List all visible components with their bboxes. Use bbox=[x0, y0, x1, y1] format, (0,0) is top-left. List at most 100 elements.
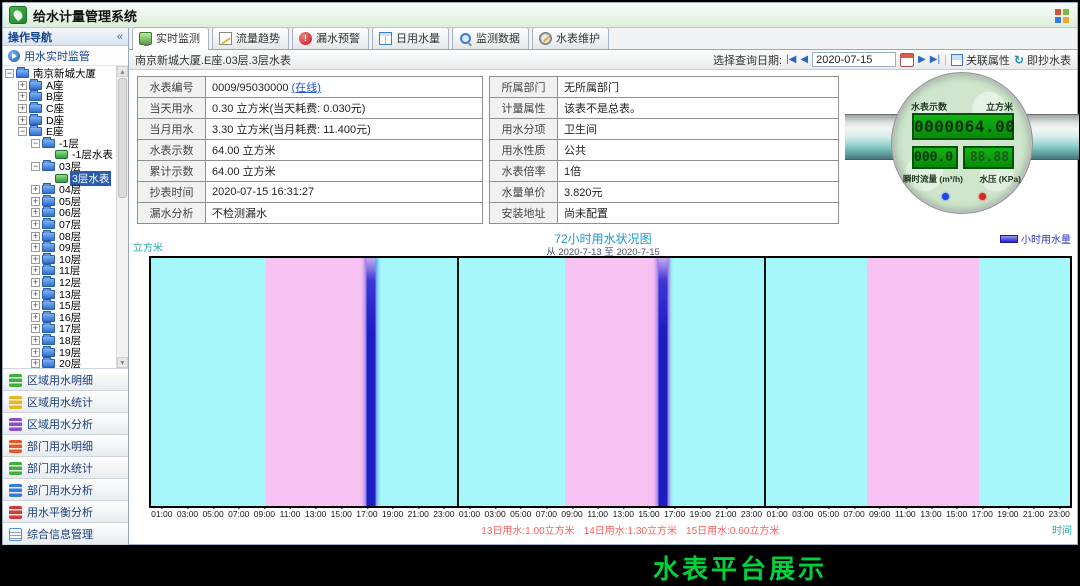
meter-info-table-left: 水表编号0009/95030000 (在线)当天用水0.30 立方米(当天耗费:… bbox=[137, 76, 483, 224]
sidebar-item-region-detail[interactable]: 区域用水明细 bbox=[3, 369, 128, 391]
expand-expander-icon[interactable]: + bbox=[31, 197, 40, 206]
footer-title: 水表平台展示 bbox=[653, 549, 827, 586]
collapse-expander-icon[interactable]: − bbox=[18, 127, 27, 136]
scroll-down-icon[interactable]: ▼ bbox=[117, 357, 128, 368]
sidebar-item-region-stats[interactable]: 区域用水统计 bbox=[3, 391, 128, 413]
first-date-icon[interactable]: |◀ bbox=[786, 54, 796, 65]
read-meter-now-button[interactable]: ↻ 即抄水表 bbox=[1014, 52, 1071, 68]
expand-expander-icon[interactable]: + bbox=[31, 185, 40, 194]
sidebar-item-region-analysis[interactable]: 区域用水分析 bbox=[3, 413, 128, 435]
tab-flow-trend[interactable]: 流量趋势 bbox=[212, 27, 289, 49]
instant-flow-label: 瞬时流量 (m³/h) bbox=[903, 173, 963, 185]
meter-attr-row-label: 水量单价 bbox=[490, 182, 558, 203]
chart-title: 72小时用水状况图 bbox=[133, 230, 1073, 244]
expand-expander-icon[interactable]: + bbox=[31, 301, 40, 310]
tab-meter-maintain[interactable]: 水表维护 bbox=[532, 27, 609, 49]
meter-dial: 水表示数 立方米 0000064.00 000.0 88.88 瞬时流量 (m³… bbox=[892, 73, 1032, 213]
breadcrumb: 南京新城大厦.E座.03层.3层水表 bbox=[135, 52, 291, 68]
sidebar-panel-realtime-supervision[interactable]: 用水实时监管 bbox=[3, 46, 128, 66]
folder-icon bbox=[29, 92, 42, 101]
realtime-supervision-icon bbox=[8, 50, 20, 62]
water-meter-gauge: 水表示数 立方米 0000064.00 000.0 88.88 瞬时流量 (m³… bbox=[845, 70, 1079, 228]
query-date-input[interactable] bbox=[812, 52, 896, 67]
expand-expander-icon[interactable]: + bbox=[18, 81, 27, 90]
gauge-reading-label: 水表示数 bbox=[911, 100, 947, 113]
dept-analysis-icon bbox=[9, 484, 22, 497]
chart-legend: 小时用水量 bbox=[1000, 231, 1071, 246]
meter-info-table-right: 所属部门无所属部门计量属性该表不是总表。用水分项卫生间用水性质公共水表倍率1倍水… bbox=[489, 76, 839, 224]
last-date-icon[interactable]: ▶| bbox=[930, 54, 940, 65]
toolbar: 南京新城大厦.E座.03层.3层水表 选择查询日期: |◀ ◀ ▶ ▶| | 关… bbox=[129, 50, 1077, 70]
sidebar-item-info-mgmt[interactable]: 综合信息管理 bbox=[3, 523, 128, 545]
expand-expander-icon[interactable]: + bbox=[18, 116, 27, 125]
meter-attr-row-value: 尚未配置 bbox=[558, 203, 839, 224]
expand-expander-icon[interactable]: + bbox=[31, 290, 40, 299]
expand-expander-icon[interactable]: + bbox=[18, 104, 27, 113]
expand-expander-icon[interactable]: + bbox=[31, 348, 40, 357]
table-row: 抄表时间2020-07-15 16:31:27 bbox=[138, 182, 483, 203]
x-tick-label: 23:00 bbox=[741, 509, 762, 519]
scroll-up-icon[interactable]: ▲ bbox=[117, 66, 128, 77]
lcd-instant-flow: 000.0 bbox=[912, 146, 958, 169]
expand-expander-icon[interactable]: + bbox=[31, 359, 40, 368]
tab-label: 水表维护 bbox=[556, 30, 600, 46]
meter-info-row-label: 当月用水 bbox=[138, 119, 206, 140]
main-area: 实时监测 流量趋势 !漏水预警日用水量监测数据 水表维护 南京新城大厦.E座.03层.… bbox=[129, 28, 1077, 545]
expand-expander-icon[interactable]: + bbox=[31, 232, 40, 241]
expand-expander-icon[interactable]: + bbox=[31, 336, 40, 345]
sidebar-item-balance-analysis[interactable]: 用水平衡分析 bbox=[3, 501, 128, 523]
expand-expander-icon[interactable]: + bbox=[31, 243, 40, 252]
folder-icon bbox=[42, 324, 55, 333]
meter-info-row-value: 0.30 立方米(当天耗费: 0.030元) bbox=[206, 98, 483, 119]
meter-attr-row-label: 用水性质 bbox=[490, 140, 558, 161]
expand-expander-icon[interactable]: + bbox=[31, 208, 40, 217]
tab-daily-usage[interactable]: 日用水量 bbox=[372, 27, 449, 49]
sidebar-collapse-button[interactable]: « bbox=[117, 30, 123, 44]
meter-maintain-icon bbox=[539, 32, 552, 45]
pressure-indicator-dot bbox=[979, 193, 986, 200]
tree-scrollbar[interactable]: ▲ ▼ bbox=[116, 66, 128, 368]
sidebar-item-dept-detail[interactable]: 部门用水明细 bbox=[3, 435, 128, 457]
balance-analysis-icon bbox=[9, 506, 22, 519]
x-tick-label: 09:00 bbox=[869, 509, 890, 519]
sidebar-item-dept-analysis[interactable]: 部门用水分析 bbox=[3, 479, 128, 501]
expand-expander-icon[interactable]: + bbox=[31, 324, 40, 333]
sidebar-item-dept-stats[interactable]: 部门用水统计 bbox=[3, 457, 128, 479]
tab-realtime-monitor[interactable]: 实时监测 bbox=[132, 27, 209, 50]
online-status-link[interactable]: (在线) bbox=[292, 82, 321, 94]
next-date-icon[interactable]: ▶ bbox=[918, 54, 926, 65]
collapse-expander-icon[interactable]: − bbox=[31, 162, 40, 171]
meter-attr-row-value: 1倍 bbox=[558, 161, 839, 182]
tab-leak-alert[interactable]: !漏水预警 bbox=[292, 27, 369, 49]
menu-item-label: 部门用水统计 bbox=[27, 460, 93, 476]
x-tick-label: 21:00 bbox=[1023, 509, 1044, 519]
expand-expander-icon[interactable]: + bbox=[31, 255, 40, 264]
folder-icon bbox=[42, 255, 55, 264]
x-tick-label: 23:00 bbox=[433, 509, 454, 519]
folder-icon bbox=[42, 301, 55, 310]
calendar-icon[interactable] bbox=[900, 53, 914, 67]
expand-expander-icon[interactable]: + bbox=[31, 266, 40, 275]
assoc-attr-button[interactable]: 关联属性 bbox=[951, 52, 1010, 68]
collapse-expander-icon[interactable]: − bbox=[5, 69, 14, 78]
expand-expander-icon[interactable]: + bbox=[18, 92, 27, 101]
x-tick-label: 17:00 bbox=[664, 509, 685, 519]
folder-icon bbox=[29, 81, 42, 90]
collapse-expander-icon[interactable]: − bbox=[31, 139, 40, 148]
expand-expander-icon[interactable]: + bbox=[31, 313, 40, 322]
tab-monitor-data[interactable]: 监测数据 bbox=[452, 27, 529, 49]
apps-grid-icon[interactable] bbox=[1055, 9, 1069, 23]
prev-date-icon[interactable]: ◀ bbox=[800, 54, 808, 65]
tree-node-label[interactable]: 20层 bbox=[57, 356, 83, 369]
x-tick-label: 15:00 bbox=[946, 509, 967, 519]
tab-label: 流量趋势 bbox=[236, 30, 280, 46]
folder-icon bbox=[29, 104, 42, 113]
scrollbar-thumb[interactable] bbox=[118, 78, 127, 198]
meter-attr-row-value: 该表不是总表。 bbox=[558, 98, 839, 119]
expand-expander-icon[interactable]: + bbox=[31, 278, 40, 287]
y-axis-label: 立方米 bbox=[133, 239, 163, 254]
table-row: 水量单价3.820元 bbox=[490, 182, 839, 203]
expand-expander-icon[interactable]: + bbox=[31, 220, 40, 229]
tree-node[interactable]: +20层 bbox=[3, 358, 115, 369]
x-tick-label: 13:00 bbox=[305, 509, 326, 519]
